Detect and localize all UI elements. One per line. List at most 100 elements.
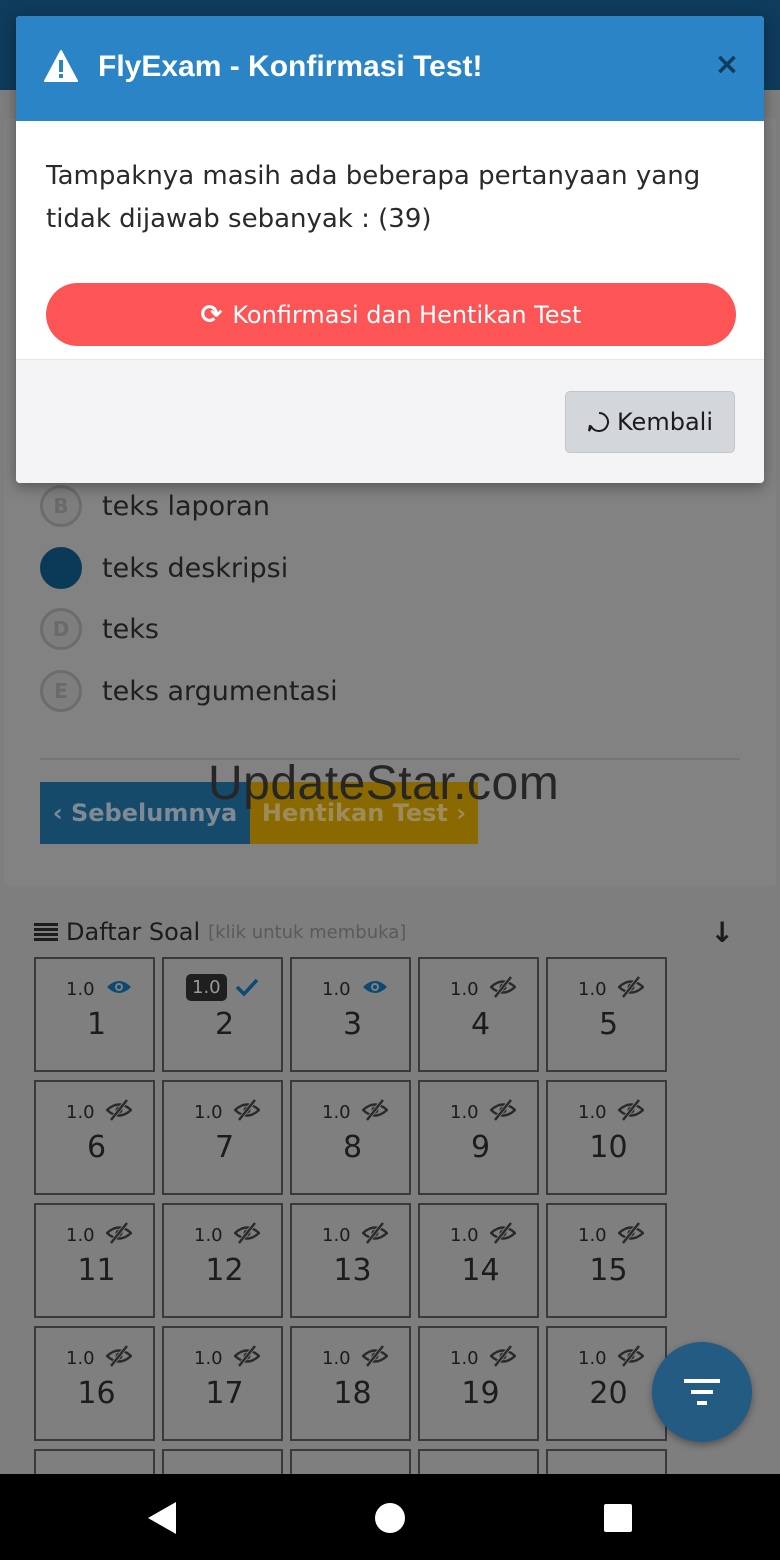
back-button[interactable]: Kembali (565, 391, 735, 453)
question-cell[interactable]: 1.0 4 (418, 957, 539, 1072)
question-list-hint: [klik untuk membuka] (208, 921, 407, 943)
question-number: 15 (589, 1253, 628, 1288)
question-score: 1.0 (450, 1225, 479, 1246)
eye-slash-icon (106, 1221, 132, 1245)
option-b[interactable]: B teks laporan (40, 484, 740, 528)
option-b-marker[interactable]: B (40, 485, 82, 527)
question-cell[interactable]: 1.0 17 (162, 1326, 283, 1441)
question-number: 17 (205, 1376, 244, 1411)
confirm-stop-button[interactable]: ⟳ Konfirmasi dan Hentikan Test (46, 283, 736, 346)
question-number: 13 (333, 1253, 372, 1288)
question-cell-partial[interactable] (546, 1449, 667, 1474)
watermark: UpdateStar.com (208, 757, 560, 810)
question-score: 1.0 (578, 1348, 607, 1369)
question-score: 1.0 (578, 1102, 607, 1123)
confirm-stop-label: Konfirmasi dan Hentikan Test (232, 300, 582, 329)
question-score: 1.0 (450, 1348, 479, 1369)
eye-slash-icon (490, 1344, 516, 1368)
option-e-marker[interactable]: E (40, 670, 82, 712)
android-navbar (0, 1474, 780, 1560)
question-cell[interactable]: 1.0 5 (546, 957, 667, 1072)
arrow-down-icon[interactable]: ↓ (711, 916, 734, 949)
question-score: 1.0 (578, 979, 607, 1000)
eye-slash-icon (362, 1221, 388, 1245)
question-cell[interactable]: 1.0 8 (290, 1080, 411, 1195)
question-cell[interactable]: 1.0 16 (34, 1326, 155, 1441)
home-nav-icon[interactable] (374, 1502, 406, 1534)
eye-slash-icon (618, 1098, 644, 1122)
recents-nav-icon[interactable] (604, 1504, 632, 1532)
question-number: 11 (77, 1253, 116, 1288)
question-score: 1.0 (66, 1102, 95, 1123)
question-cell[interactable]: 1.0 7 (162, 1080, 283, 1195)
question-cell[interactable]: 1.0 1 (34, 957, 155, 1072)
eye-slash-icon (490, 1098, 516, 1122)
question-number: 18 (333, 1376, 372, 1411)
question-list-header[interactable]: Daftar Soal [klik untuk membuka] ↓ (34, 912, 740, 952)
question-cell[interactable]: 1.0 11 (34, 1203, 155, 1318)
question-list-title: Daftar Soal (66, 918, 201, 946)
option-d[interactable]: D teks (40, 607, 740, 651)
question-cell[interactable]: 1.0 9 (418, 1080, 539, 1195)
question-number: 6 (86, 1130, 107, 1165)
question-number: 20 (589, 1376, 628, 1411)
question-number: 3 (342, 1007, 363, 1042)
eye-slash-icon (234, 1221, 260, 1245)
refresh-icon: ⟳ (200, 299, 223, 330)
eye-slash-icon (234, 1344, 260, 1368)
question-number: 8 (342, 1130, 363, 1165)
question-cell[interactable]: 1.0 13 (290, 1203, 411, 1318)
question-cell[interactable]: 1.0 2 (162, 957, 283, 1072)
question-cell[interactable]: 1.0 12 (162, 1203, 283, 1318)
back-label: Kembali (617, 408, 713, 436)
question-cell[interactable]: 1.0 19 (418, 1326, 539, 1441)
question-number: 10 (589, 1130, 628, 1165)
option-d-marker[interactable]: D (40, 608, 82, 650)
eye-slash-icon (618, 1344, 644, 1368)
question-number: 12 (205, 1253, 244, 1288)
option-e-label: teks argumentasi (102, 675, 338, 707)
question-score: 1.0 (186, 974, 227, 1001)
modal-message: Tampaknya masih ada beberapa pertanyaan … (46, 161, 701, 234)
option-e[interactable]: E teks argumentasi (40, 669, 740, 713)
question-cell-partial[interactable] (162, 1449, 283, 1474)
question-number: 2 (214, 1007, 235, 1042)
question-number: 9 (470, 1130, 491, 1165)
question-score: 1.0 (450, 1102, 479, 1123)
back-icon (588, 412, 609, 432)
question-cell[interactable]: 1.0 6 (34, 1080, 155, 1195)
question-cell[interactable]: 1.0 3 (290, 957, 411, 1072)
question-cell[interactable]: 1.0 14 (418, 1203, 539, 1318)
question-cell[interactable]: 1.0 18 (290, 1326, 411, 1441)
question-score: 1.0 (194, 1225, 223, 1246)
question-number: 5 (598, 1007, 619, 1042)
eye-slash-icon (362, 1098, 388, 1122)
question-score: 1.0 (322, 979, 351, 1000)
back-nav-icon[interactable] (148, 1502, 178, 1534)
modal-body: Tampaknya masih ada beberapa pertanyaan … (16, 121, 764, 359)
question-score: 1.0 (322, 1102, 351, 1123)
filter-icon (684, 1379, 720, 1405)
question-cell-partial[interactable] (290, 1449, 411, 1474)
question-score: 1.0 (450, 979, 479, 1000)
question-number: 4 (470, 1007, 491, 1042)
question-score: 1.0 (322, 1348, 351, 1369)
question-cell[interactable]: 1.0 10 (546, 1080, 667, 1195)
menu-icon (34, 923, 58, 941)
eye-slash-icon (106, 1098, 132, 1122)
question-cell-partial[interactable] (34, 1449, 155, 1474)
option-c-marker[interactable] (40, 547, 82, 589)
option-c[interactable]: teks deskripsi (40, 546, 740, 590)
eye-slash-icon (618, 1221, 644, 1245)
confirm-modal: FlyExam - Konfirmasi Test! × Tampaknya m… (16, 16, 764, 483)
eye-slash-icon (234, 1098, 260, 1122)
filter-fab[interactable] (652, 1342, 752, 1442)
eye-slash-icon (490, 1221, 516, 1245)
question-cell[interactable]: 1.0 15 (546, 1203, 667, 1318)
close-icon[interactable]: × (710, 48, 744, 82)
question-cell-partial[interactable] (418, 1449, 539, 1474)
modal-footer: Kembali (16, 359, 764, 483)
option-d-label: teks (102, 613, 159, 645)
question-number: 14 (461, 1253, 500, 1288)
question-cell[interactable]: 1.0 20 (546, 1326, 667, 1441)
